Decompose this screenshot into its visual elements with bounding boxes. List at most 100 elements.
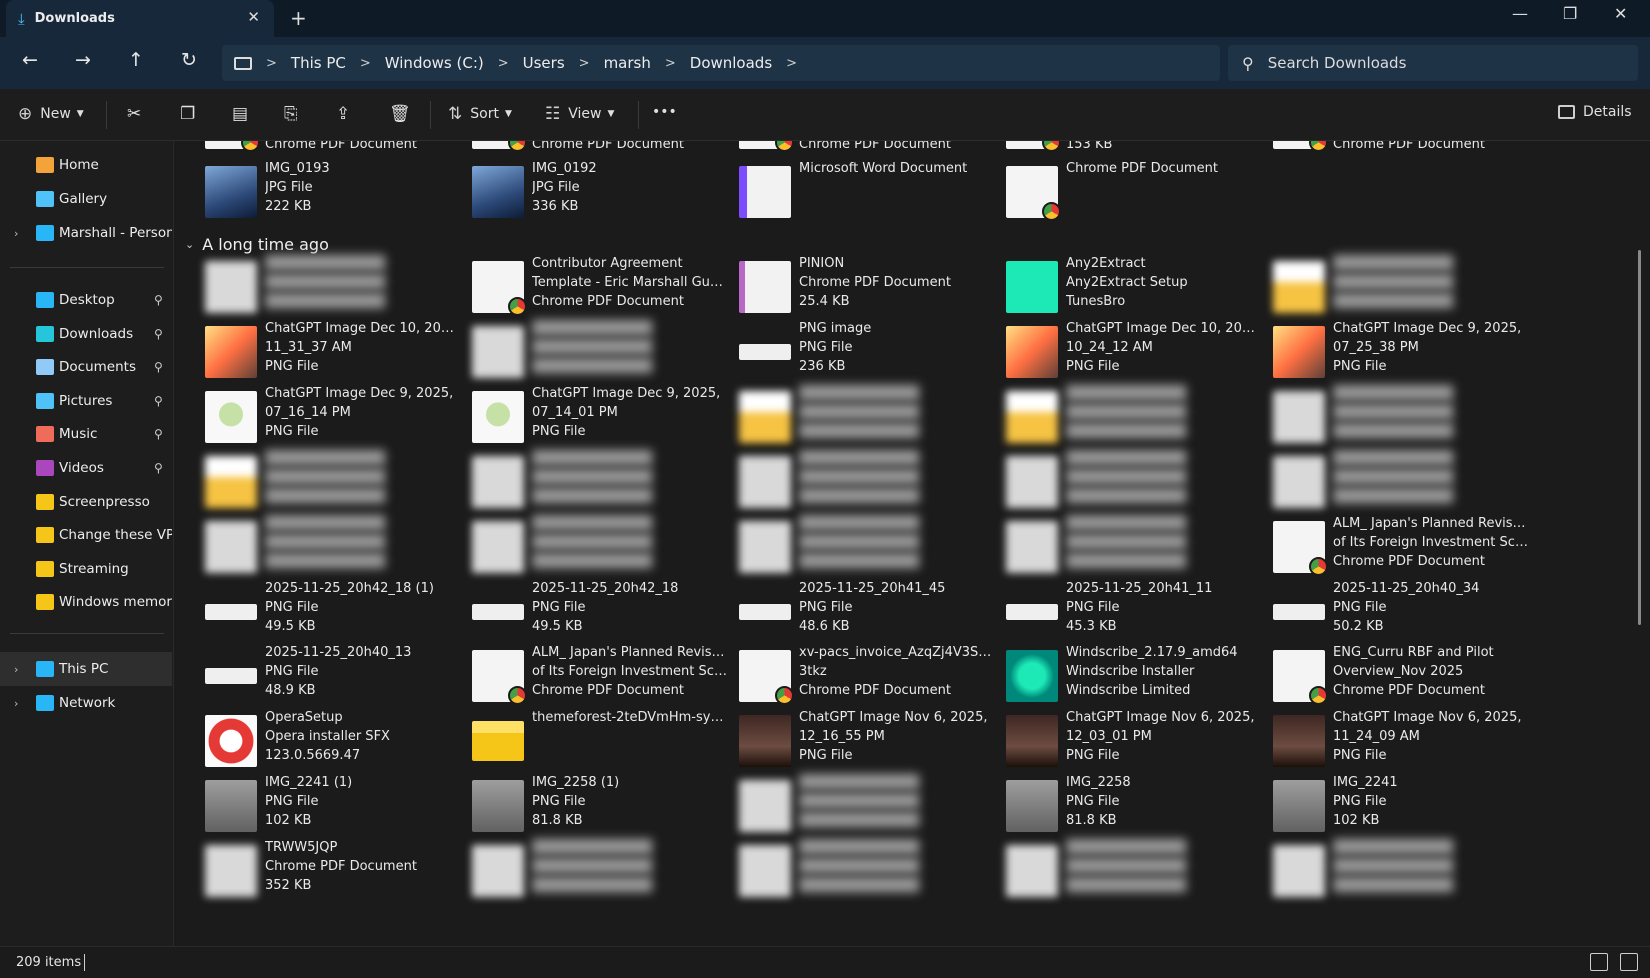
sidebar-item-change-these-vpn-s[interactable]: Change these VPN s (0, 518, 172, 552)
file-tile[interactable]: ████████████ ████████████ ████████████ (1263, 384, 1529, 448)
refresh-button[interactable]: ↻ (174, 49, 204, 71)
sidebar-item-pictures[interactable]: Pictures ⚲ (0, 384, 172, 418)
computer-icon[interactable] (234, 56, 252, 70)
close-window-button[interactable]: ✕ (1614, 4, 1627, 23)
file-tile[interactable]: 2025-11-25_20h41_45 PNG File 48.6 KB (729, 579, 995, 643)
sidebar-item-marshall-personal[interactable]: › Marshall - Personal (0, 216, 172, 250)
sidebar-item-windows-memory-d[interactable]: Windows memory d (0, 585, 172, 619)
file-tile[interactable]: Chrome PDF Document (729, 141, 995, 157)
file-tile[interactable]: ████████████ ████████████ ████████████ (729, 773, 995, 837)
file-tile[interactable]: Chrome PDF Document (195, 141, 461, 157)
breadcrumb-separator[interactable]: > (266, 56, 277, 71)
file-tile[interactable]: ChatGPT Image Dec 10, 2025, 10_24_12 AM PN… (996, 319, 1262, 383)
file-tile[interactable]: 2025-11-25_20h41_11 PNG File 45.3 KB (996, 579, 1262, 643)
file-tile[interactable]: ChatGPT Image Nov 6, 2025, 12_03_01 PM PNG… (996, 708, 1262, 772)
details-view-icon[interactable] (1590, 953, 1608, 971)
tiles-view-icon[interactable] (1620, 953, 1638, 971)
file-tile[interactable]: 2025-11-25_20h40_34 PNG File 50.2 KB (1263, 579, 1529, 643)
file-tile[interactable]: ████████████ ████████████ ████████████ (462, 514, 728, 578)
sidebar-item-desktop[interactable]: Desktop ⚲ (0, 283, 172, 317)
file-tile[interactable]: themeforest-2teDVmHm-synas (462, 708, 728, 772)
file-tile[interactable]: ████████████ ████████████ ████████████ (729, 384, 995, 448)
file-tile[interactable]: ████████████ ████████████ ████████████ (996, 514, 1262, 578)
file-tile[interactable]: ChatGPT Image Dec 9, 2025, 07_16_14 PM PNG… (195, 384, 461, 448)
file-tile[interactable]: IMG_0192 JPG File 336 KB (462, 159, 728, 223)
forward-button[interactable]: → (68, 49, 98, 71)
file-tile[interactable]: 2025-11-25_20h42_18 PNG File 49.5 KB (462, 579, 728, 643)
file-tile[interactable]: PNG image PNG File 236 KB (729, 319, 995, 383)
chevron-down-icon[interactable]: ⌄ (185, 238, 194, 251)
maximize-button[interactable]: ❐ (1563, 4, 1577, 23)
file-tile[interactable]: ALM_ Japan's Planned Revision of Its Fore… (462, 643, 728, 707)
file-tile[interactable]: ████████████ ████████████ ████████████ (462, 319, 728, 383)
file-tile[interactable]: ████████████ ████████████ ████████████ (1263, 838, 1529, 902)
file-tile[interactable]: ████████████ ████████████ ████████████ (1263, 254, 1529, 318)
sidebar-item-videos[interactable]: Videos ⚲ (0, 451, 172, 485)
breadcrumb[interactable]: > This PC > Windows (C:) > Users > marsh… (222, 45, 1220, 81)
new-tab-button[interactable]: + (290, 6, 307, 30)
sidebar-item-documents[interactable]: Documents ⚲ (0, 350, 172, 384)
chevron-right-icon[interactable]: › (14, 697, 18, 710)
file-tile[interactable]: ████████████ ████████████ ████████████ (996, 838, 1262, 902)
breadcrumb-downloads[interactable]: Downloads (690, 54, 772, 72)
file-tile[interactable]: IMG_2241 (1) PNG File 102 KB (195, 773, 461, 837)
file-tile[interactable]: ████████████ ████████████ ████████████ (195, 254, 461, 318)
copy-icon[interactable]: ❐ (180, 104, 195, 124)
sidebar-item-music[interactable]: Music ⚲ (0, 417, 172, 451)
file-tile[interactable]: Windscribe_2.17.9_amd64 Windscribe Instal… (996, 643, 1262, 707)
file-tile[interactable]: ████████████ ████████████ ████████████ (195, 514, 461, 578)
file-tile[interactable]: ████████████ ████████████ ████████████ (1263, 449, 1529, 513)
file-tile[interactable]: ████████████ ████████████ ████████████ (996, 449, 1262, 513)
breadcrumb-separator[interactable]: > (360, 56, 371, 71)
file-tile[interactable]: Any2Extract Any2Extract Setup TunesBro (996, 254, 1262, 318)
chevron-right-icon[interactable]: › (14, 663, 18, 676)
file-tile[interactable]: 2025-11-25_20h40_13 PNG File 48.9 KB (195, 643, 461, 707)
file-tile[interactable]: ChatGPT Image Nov 6, 2025, 12_16_55 PM PNG… (729, 708, 995, 772)
up-button[interactable]: ↑ (121, 49, 151, 71)
breadcrumb-marsh[interactable]: marsh (604, 54, 651, 72)
file-tile[interactable]: OperaSetup Opera installer SFX 123.0.5669.… (195, 708, 461, 772)
file-tile[interactable]: ChatGPT Image Dec 9, 2025, 07_25_38 PM PNG… (1263, 319, 1529, 383)
back-button[interactable]: ← (15, 49, 45, 71)
new-button[interactable]: ⊕ New ▼ (18, 104, 84, 124)
search-input[interactable]: ⚲ Search Downloads (1228, 45, 1638, 81)
file-tile[interactable]: Microsoft Word Document (729, 159, 995, 223)
sort-button[interactable]: ⇅ Sort ▼ (448, 104, 512, 124)
cut-icon[interactable]: ✂ (127, 104, 141, 124)
file-tile[interactable]: 2025-11-25_20h42_18 (1) PNG File 49.5 KB (195, 579, 461, 643)
file-tile[interactable]: xv-pacs_invoice_AzqZj4V3S8zQ 3tkz Chrome P… (729, 643, 995, 707)
breadcrumb-this-pc[interactable]: This PC (291, 54, 346, 72)
file-tile[interactable]: IMG_2258 PNG File 81.8 KB (996, 773, 1262, 837)
file-tile[interactable]: Chrome PDF Document (462, 141, 728, 157)
vertical-scrollbar[interactable] (1638, 250, 1641, 625)
file-tile[interactable]: ████████████ ████████████ ████████████ (996, 384, 1262, 448)
group-header[interactable]: ⌄ A long time ago (185, 235, 329, 254)
file-tile[interactable]: 153 KB (996, 141, 1262, 157)
delete-icon[interactable]: 🗑 (389, 104, 411, 124)
file-tile[interactable]: ChatGPT Image Nov 6, 2025, 11_24_09 AM PNG… (1263, 708, 1529, 772)
breadcrumb-windows-c[interactable]: Windows (C:) (385, 54, 484, 72)
sidebar-item-downloads[interactable]: Downloads ⚲ (0, 317, 172, 351)
file-tile[interactable]: ████████████ ████████████ ████████████ (729, 514, 995, 578)
sidebar-item-screenpresso[interactable]: Screenpresso (0, 485, 172, 519)
share-icon[interactable]: ⇪ (336, 104, 350, 124)
sidebar-item-this-pc[interactable]: › This PC (0, 652, 172, 686)
details-button[interactable]: Details (1558, 104, 1632, 120)
more-options-button[interactable]: ••• (652, 104, 677, 120)
sidebar-item-network[interactable]: › Network (0, 686, 172, 720)
chevron-right-icon[interactable]: › (14, 227, 18, 240)
sidebar-item-home[interactable]: Home (0, 148, 172, 182)
paste-icon[interactable]: ▤ (232, 104, 248, 124)
breadcrumb-users[interactable]: Users (523, 54, 565, 72)
view-button[interactable]: ☷ View ▼ (545, 104, 614, 124)
minimize-button[interactable]: — (1512, 4, 1528, 23)
file-tile[interactable]: TRWW5JQP Chrome PDF Document 352 KB (195, 838, 461, 902)
file-tile[interactable]: Chrome PDF Document (1263, 141, 1529, 157)
breadcrumb-separator[interactable]: > (579, 56, 590, 71)
file-tile[interactable]: ALM_ Japan's Planned Revision of Its Fore… (1263, 514, 1529, 578)
breadcrumb-separator[interactable]: > (498, 56, 509, 71)
file-tile[interactable]: PINION Chrome PDF Document 25.4 KB (729, 254, 995, 318)
file-tile[interactable]: ████████████ ████████████ ████████████ (729, 449, 995, 513)
rename-icon[interactable]: ⎘ (284, 104, 298, 124)
file-tile[interactable]: ENG_Curru RBF and Pilot Overview_Nov 2025… (1263, 643, 1529, 707)
